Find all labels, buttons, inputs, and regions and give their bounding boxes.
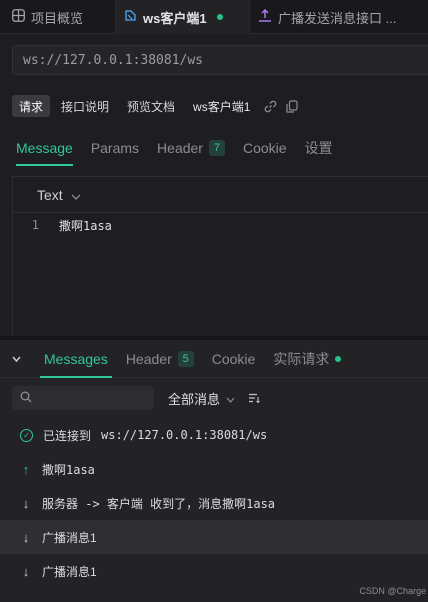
tab-bar: 项目概览 ws客户端1 广播发送消息接口 ... xyxy=(0,0,428,34)
message-text: ws://127.0.0.1:38081/ws xyxy=(101,428,268,442)
chevron-down-icon xyxy=(71,187,81,203)
tab-label: Header xyxy=(125,350,172,367)
url-value: ws://127.0.0.1:38081/ws xyxy=(23,52,204,68)
message-item[interactable]: ↓ 广播消息1 xyxy=(0,554,428,588)
response-panel: Messages Header 5 Cookie 实际请求 全部消息 ✓ 已连接到… xyxy=(0,340,428,602)
message-item[interactable]: ↑ 撒啊1asa xyxy=(0,452,428,486)
message-item[interactable]: ✓ 已连接到 ws://127.0.0.1:38081/ws xyxy=(0,418,428,452)
arrow-down-icon: ↓ xyxy=(22,563,30,579)
message-item[interactable]: ↓ 广播消息1 xyxy=(0,520,428,554)
sort-icon[interactable] xyxy=(249,391,260,406)
arrow-down-icon: ↓ xyxy=(22,529,30,545)
tab-settings[interactable]: 设置 xyxy=(305,130,333,166)
api-icon xyxy=(258,9,272,25)
message-text: 广播消息1 xyxy=(42,564,97,579)
tab-params[interactable]: Params xyxy=(91,130,139,166)
editor-line[interactable]: 1 撒啊1asa xyxy=(13,215,428,235)
status-dot-icon xyxy=(335,355,342,362)
tab-ws-client[interactable]: ws客户端1 xyxy=(115,0,250,34)
sub-tab-row: 请求 接口说明 预览文档 ws客户端1 xyxy=(12,94,301,118)
tab-broadcast-api[interactable]: 广播发送消息接口 ... xyxy=(250,0,428,34)
grid-icon xyxy=(12,9,25,25)
line-content: 撒啊1asa xyxy=(59,218,112,233)
arrow-down-icon: ↓ xyxy=(22,495,30,511)
format-label: Text xyxy=(37,186,63,203)
tab-label: 项目概览 xyxy=(31,10,84,26)
tab-label: Header xyxy=(157,140,203,156)
tab-response-cookie[interactable]: Cookie xyxy=(212,340,256,378)
tab-actual-request[interactable]: 实际请求 xyxy=(273,340,342,378)
tab-label: Cookie xyxy=(242,140,287,156)
filter-label: 全部消息 xyxy=(168,391,221,407)
tab-label: Message xyxy=(16,140,73,156)
format-select[interactable]: Text xyxy=(13,177,428,213)
check-circle-icon: ✓ xyxy=(20,428,33,442)
tab-label: Cookie xyxy=(211,350,256,367)
search-icon xyxy=(20,391,32,406)
link-icon[interactable] xyxy=(261,97,279,115)
collapse-chevron-icon[interactable] xyxy=(12,353,26,365)
tab-label: Messages xyxy=(44,350,108,367)
filter-row: 全部消息 xyxy=(0,378,428,418)
tab-header[interactable]: Header 7 xyxy=(157,130,225,166)
header-count-badge: 7 xyxy=(208,140,225,156)
message-item[interactable]: ↓ 服务器 -> 客户端 收到了，消息撒啊1asa xyxy=(0,486,428,520)
message-label: 已连接到 xyxy=(43,428,92,443)
unsaved-dot-icon xyxy=(216,14,223,20)
watermark: CSDN @Charge xyxy=(359,586,426,596)
message-editor[interactable]: Text 1 撒啊1asa xyxy=(12,176,428,336)
chevron-down-icon xyxy=(226,391,235,406)
tab-label: 广播发送消息接口 ... xyxy=(278,10,397,26)
tab-project-overview[interactable]: 项目概览 xyxy=(0,0,115,34)
message-filter-select[interactable]: 全部消息 xyxy=(168,389,235,408)
message-text: 撒啊1asa xyxy=(42,462,95,477)
endpoint-name: ws客户端1 xyxy=(193,99,251,114)
tab-request[interactable]: 请求 xyxy=(12,95,51,117)
arrow-up-icon: ↑ xyxy=(22,461,30,477)
message-text: 服务器 -> 客户端 收到了，消息撒啊1asa xyxy=(42,496,276,511)
message-search-input[interactable] xyxy=(12,386,154,410)
tab-message[interactable]: Message xyxy=(16,130,73,166)
tab-label: ws客户端1 xyxy=(143,10,207,26)
tab-cookie[interactable]: Cookie xyxy=(243,130,287,166)
tab-label: 设置 xyxy=(304,140,333,156)
tab-response-header[interactable]: Header 5 xyxy=(126,340,194,378)
response-tab-bar: Messages Header 5 Cookie 实际请求 xyxy=(0,340,428,378)
tab-label: 实际请求 xyxy=(273,350,330,367)
message-text: 广播消息1 xyxy=(42,530,97,545)
websocket-icon xyxy=(124,9,137,25)
request-tab-bar: Message Params Header 7 Cookie 设置 xyxy=(0,130,428,166)
copy-icon[interactable] xyxy=(283,97,301,115)
tab-label: Params xyxy=(90,140,140,156)
header-count-badge: 5 xyxy=(177,350,194,367)
url-input[interactable]: ws://127.0.0.1:38081/ws xyxy=(12,45,428,75)
line-number: 1 xyxy=(31,218,39,232)
tab-api-doc[interactable]: 接口说明 xyxy=(54,95,116,117)
tab-preview-doc[interactable]: 预览文档 xyxy=(120,95,182,117)
tab-messages[interactable]: Messages xyxy=(40,340,112,378)
